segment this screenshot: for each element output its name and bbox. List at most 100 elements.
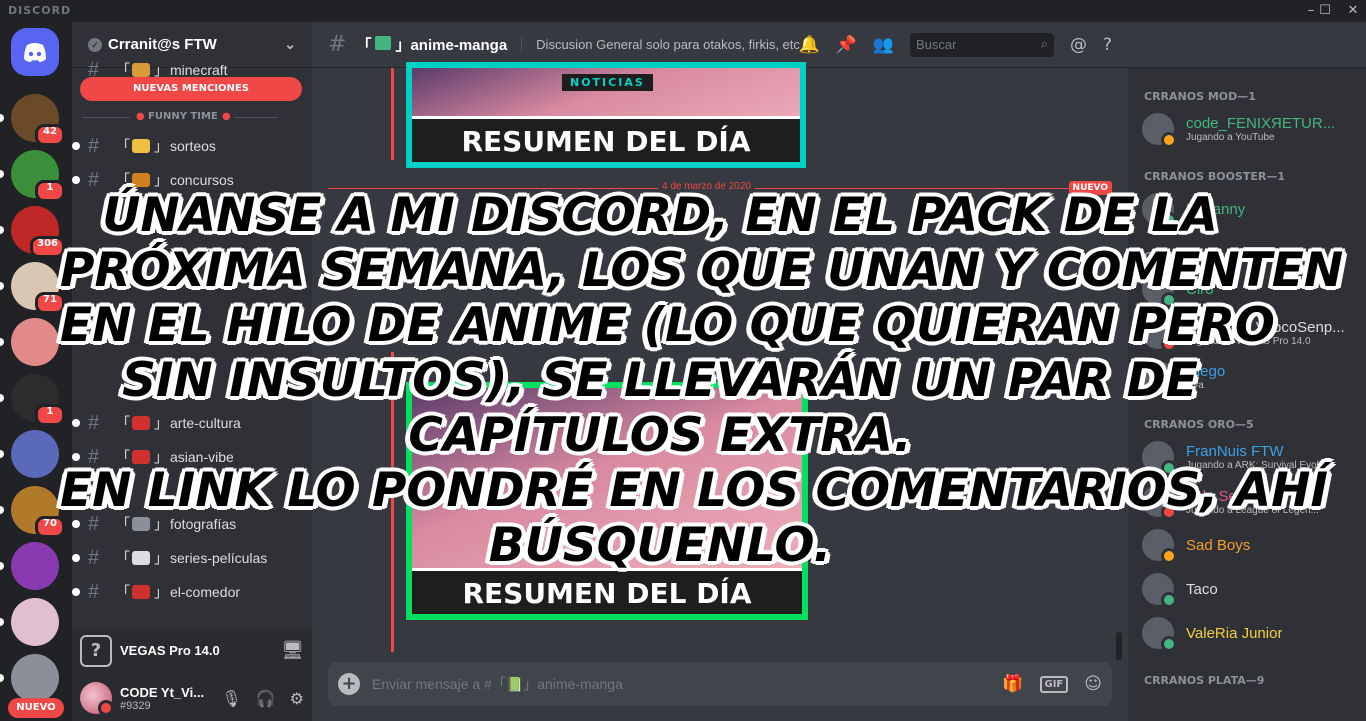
channel-emoji-icon <box>132 139 150 153</box>
pin-icon[interactable]: 📌 <box>836 35 857 55</box>
avatar[interactable] <box>80 682 114 716</box>
hash-icon: # <box>88 134 100 157</box>
activity-name: VEGAS Pro 14.0 <box>120 643 220 658</box>
member-group-header: CRRANOS MOD—1 <box>1144 90 1256 103</box>
mention-badge: 42 <box>35 124 65 146</box>
search-placeholder: Buscar <box>915 37 957 52</box>
member-group-header: CRRANOS PLATA—9 <box>1144 674 1265 687</box>
server-guy[interactable]: 71 <box>11 262 65 314</box>
unread-pill <box>0 450 4 458</box>
search-icon: ⌕ <box>1040 36 1048 51</box>
server-dog[interactable]: 1 <box>11 374 65 426</box>
close-button[interactable]: ✕ <box>1338 2 1366 20</box>
channel-el-comedor[interactable]: # 「 」 el-comedor <box>72 576 304 608</box>
member-text: Taco <box>1186 581 1218 598</box>
caption-line: BÚSQUENLO. <box>488 518 832 573</box>
member-group-header: CRRANOS BOOSTER—1 <box>1144 170 1285 183</box>
server-fortnite-llama[interactable] <box>11 542 59 590</box>
caption-line: SIN INSULTOS), SE LLEVARÁN UN PAR DE <box>122 353 1198 408</box>
help-icon[interactable]: ? <box>1103 35 1112 55</box>
members-icon[interactable]: 👥 <box>873 35 894 55</box>
avatar <box>1142 573 1177 608</box>
bracket-open: 「 <box>116 138 130 154</box>
emoji-icon[interactable]: ☺ <box>1084 674 1102 694</box>
unread-dot <box>72 176 80 184</box>
scrollbar[interactable] <box>1116 632 1122 660</box>
user-controls: 🎙 🎧 ⚙ <box>221 689 304 708</box>
header-toolbar: 🔔 📌 👥 Buscar ⌕ @ ? <box>782 22 1128 68</box>
avatar <box>1142 113 1177 148</box>
news-label: NOTICIAS <box>562 74 653 91</box>
channel-label: concursos <box>170 172 234 188</box>
member-name: ValeRia Junior <box>1186 624 1283 642</box>
username: CODE Yt_Vi... <box>120 684 205 700</box>
search-input[interactable]: Buscar ⌕ <box>909 33 1054 57</box>
caption-line: EN EL HILO DE ANIME (LO QUE QUIERAN PERO <box>60 298 1275 353</box>
server-x[interactable]: 306 <box>11 206 65 258</box>
unread-dot <box>72 588 80 596</box>
app-brand: DISCORD <box>8 4 72 17</box>
news-image-top[interactable]: NOTICIAS RESUMEN DEL DÍA <box>406 62 806 168</box>
caption-line: PRÓXIMA SEMANA, LOS QUE UNAN Y COMENTEN <box>60 243 1344 298</box>
hash-icon: # <box>328 32 347 57</box>
new-servers-pill[interactable]: NUEVO <box>8 698 64 718</box>
member-text: ValeRia Junior <box>1186 625 1282 642</box>
member-activity: Jugando a YouTube <box>1186 132 1275 143</box>
channel-label: sorteos <box>170 138 216 154</box>
category-label: FUNNY TIME <box>148 111 218 122</box>
user-tag: #9329 <box>120 699 151 712</box>
channel-title: 「」anime-manga <box>356 36 508 54</box>
unread-pill <box>0 506 4 514</box>
unread-pill <box>0 618 4 626</box>
caption-line: EN LINK LO PONDRÉ EN LOS COMENTARIOS, AH… <box>60 463 1328 518</box>
discord-window: DISCORD – ☐ ✕ 42 1 306 71 1 70 NUEVO ✓ Crrani… <box>0 0 1366 721</box>
server-blossom[interactable] <box>11 598 59 646</box>
channel-emoji-icon <box>132 63 150 77</box>
channel-emoji-icon <box>132 585 150 599</box>
unread-pill <box>0 674 4 682</box>
member-item[interactable]: code_FENIXЯETUR... Jugando a YouTube <box>1136 108 1358 150</box>
chevron-down-icon[interactable]: ⌄ <box>284 36 296 53</box>
balloon-icon: ● <box>136 111 145 122</box>
bell-icon[interactable]: 🔔 <box>798 35 819 55</box>
unread-pill <box>0 394 4 402</box>
activity-panel: ? VEGAS Pro 14.0 🖥 <box>72 628 312 674</box>
title-bar: DISCORD – ☐ ✕ <box>0 0 1366 22</box>
gear-icon[interactable]: ⚙ <box>290 689 304 708</box>
gift-icon[interactable]: 🎁 <box>1002 674 1023 694</box>
channel-label: minecraft <box>170 62 228 78</box>
member-list-top <box>1128 22 1366 68</box>
guild-name: Crranit@s FTW <box>108 36 217 53</box>
go-live-icon[interactable]: 🖥 <box>281 640 304 661</box>
mention-icon[interactable]: @ <box>1070 35 1087 55</box>
message-composer[interactable]: + Enviar mensaje a #「📗」anime-manga 🎁 GIF… <box>328 662 1112 706</box>
unknown-game-icon: ? <box>80 634 112 667</box>
channel-sorteos[interactable]: # 「 」 sorteos <box>72 130 304 162</box>
microphone-icon[interactable]: 🎙 <box>221 689 241 708</box>
server-anime-girls[interactable] <box>11 318 59 366</box>
server-game[interactable]: 70 <box>11 486 65 538</box>
server-stream[interactable]: 42 <box>11 94 65 146</box>
member-item[interactable]: Taco <box>1136 568 1358 610</box>
composer-tools: 🎁 GIF ☺ <box>1002 674 1102 694</box>
bracket-close: 」 <box>154 584 168 600</box>
server-crrnotas[interactable]: 1 <box>11 150 65 202</box>
headphones-icon[interactable]: 🎧 <box>256 689 276 708</box>
member-name: Taco <box>1186 580 1218 598</box>
unread-pill <box>0 226 4 234</box>
server-victoria[interactable] <box>11 430 59 478</box>
banner-text: RESUMEN DEL DÍA <box>412 568 802 614</box>
caption-line: ÚNANSE A MI DISCORD, EN EL PACK DE LA <box>102 188 1218 243</box>
home-button[interactable] <box>11 28 59 76</box>
new-mentions-pill[interactable]: NUEVAS MENCIONES <box>80 77 302 101</box>
status-indicator <box>1161 636 1177 652</box>
upload-plus-icon[interactable]: + <box>338 673 360 695</box>
maximize-button[interactable]: ☐ <box>1310 2 1340 20</box>
member-text: code_FENIXЯETUR... Jugando a YouTube <box>1186 115 1335 143</box>
user-info: CODE Yt_Vi... #9329 <box>120 685 204 712</box>
avatar <box>1142 617 1177 652</box>
member-item[interactable]: ValeRia Junior <box>1136 612 1358 654</box>
gif-button[interactable]: GIF <box>1039 675 1069 693</box>
server-gray-anime[interactable] <box>11 654 59 702</box>
bracket-close: 」 <box>154 172 168 188</box>
